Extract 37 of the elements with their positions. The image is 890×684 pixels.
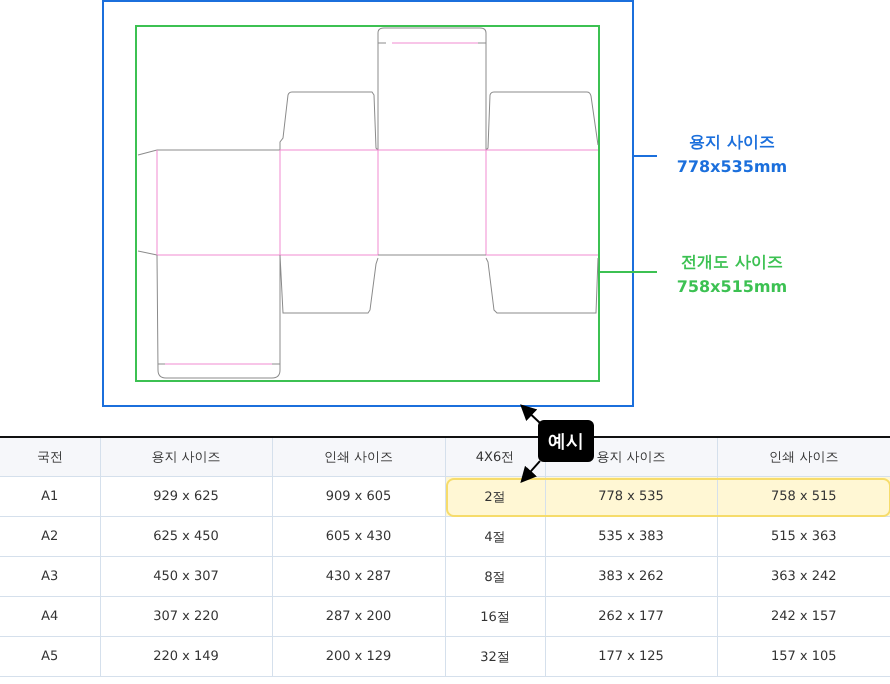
table-cell: A5: [0, 636, 100, 676]
table-cell: 535 x 383: [545, 516, 717, 556]
leader-line: [599, 271, 657, 273]
table-cell: 307 x 220: [100, 596, 272, 636]
column-header: 인쇄 사이즈: [272, 437, 445, 476]
column-header: 4X6전: [445, 437, 545, 476]
table-cell: 4절: [445, 516, 545, 556]
table-cell: 450 x 307: [100, 556, 272, 596]
pointer-arrow: [520, 404, 541, 424]
table-cell: 383 x 262: [545, 556, 717, 596]
table-cell: 16절: [445, 596, 545, 636]
table-cell: A4: [0, 596, 100, 636]
table-cell: 200 x 129: [272, 636, 445, 676]
size-label-value: 778x535mm: [676, 157, 788, 176]
table-cell: 32절: [445, 636, 545, 676]
table-cell: A2: [0, 516, 100, 556]
leader-line: [633, 155, 657, 157]
table-cell: 287 x 200: [272, 596, 445, 636]
table-cell: A1: [0, 476, 100, 516]
size-label-title: 용지 사이즈: [689, 132, 775, 153]
size-label-title: 전개도 사이즈: [681, 252, 783, 273]
table-cell: 625 x 450: [100, 516, 272, 556]
pointer-arrow: [520, 460, 541, 483]
column-header: 용지 사이즈: [100, 437, 272, 476]
column-header: 국전: [0, 437, 100, 476]
table-cell: 909 x 605: [272, 476, 445, 516]
table-cell: 220 x 149: [100, 636, 272, 676]
table-cell: 262 x 177: [545, 596, 717, 636]
size-label-value: 758x515mm: [676, 277, 788, 296]
example-badge: 예시: [538, 420, 594, 462]
table-cell: 8절: [445, 556, 545, 596]
table-cell: 605 x 430: [272, 516, 445, 556]
table-cell: A3: [0, 556, 100, 596]
table-cell: 929 x 625: [100, 476, 272, 516]
table-cell: 430 x 287: [272, 556, 445, 596]
column-header: 인쇄 사이즈: [717, 437, 890, 476]
table-cell: 177 x 125: [545, 636, 717, 676]
